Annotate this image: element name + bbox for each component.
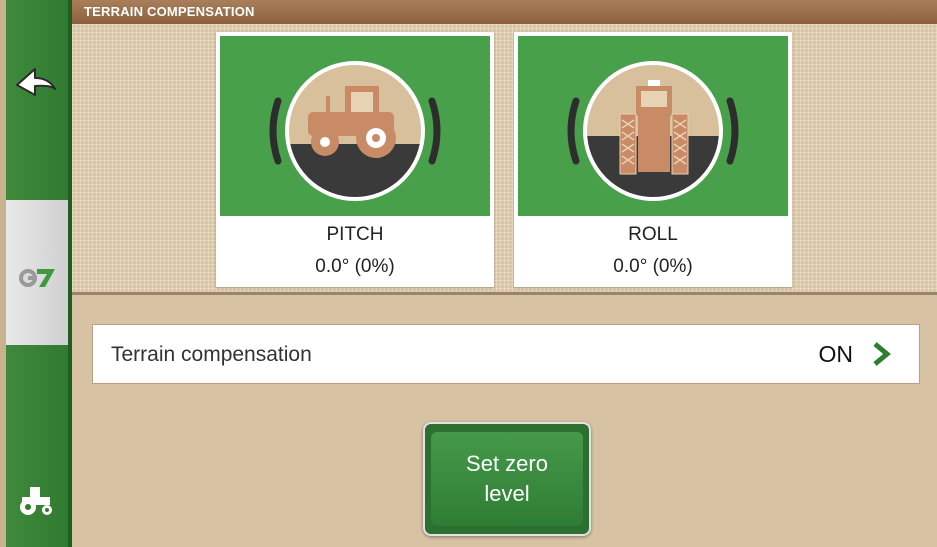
button-label-line2: level bbox=[484, 481, 530, 506]
g7-logo-icon bbox=[19, 269, 55, 287]
terrain-compensation-setting[interactable]: Terrain compensation ON bbox=[92, 324, 920, 384]
title-bar: TERRAIN COMPENSATION bbox=[72, 0, 937, 24]
setting-value: ON bbox=[818, 341, 854, 367]
roll-card: ROLL 0.0° (0%) bbox=[514, 32, 792, 287]
set-zero-level-button[interactable]: Set zero level bbox=[423, 422, 591, 536]
tractor-icon bbox=[20, 487, 52, 515]
roll-value: 0.0° (0%) bbox=[613, 256, 693, 277]
chevron-right-icon bbox=[873, 342, 891, 366]
tractor-menu-button[interactable] bbox=[10, 478, 62, 522]
pitch-illustration bbox=[220, 36, 490, 216]
sidebar bbox=[0, 0, 72, 547]
button-label-line1: Set zero bbox=[466, 451, 548, 476]
roll-label: ROLL bbox=[628, 224, 678, 245]
page-title: TERRAIN COMPENSATION bbox=[84, 4, 255, 19]
setting-label: Terrain compensation bbox=[111, 343, 312, 366]
tractor-side-view-icon bbox=[269, 61, 441, 201]
back-arrow-icon bbox=[16, 68, 56, 96]
tractor-front-view-icon bbox=[567, 61, 739, 201]
roll-illustration bbox=[518, 36, 788, 216]
g7-logo bbox=[12, 258, 62, 298]
pitch-label: PITCH bbox=[326, 224, 384, 245]
pitch-card: PITCH 0.0° (0%) bbox=[216, 32, 494, 287]
sensor-panel bbox=[72, 24, 937, 294]
pitch-value: 0.0° (0%) bbox=[315, 256, 395, 277]
back-button[interactable] bbox=[12, 60, 62, 110]
set-zero-level-button-face: Set zero level bbox=[431, 432, 583, 526]
